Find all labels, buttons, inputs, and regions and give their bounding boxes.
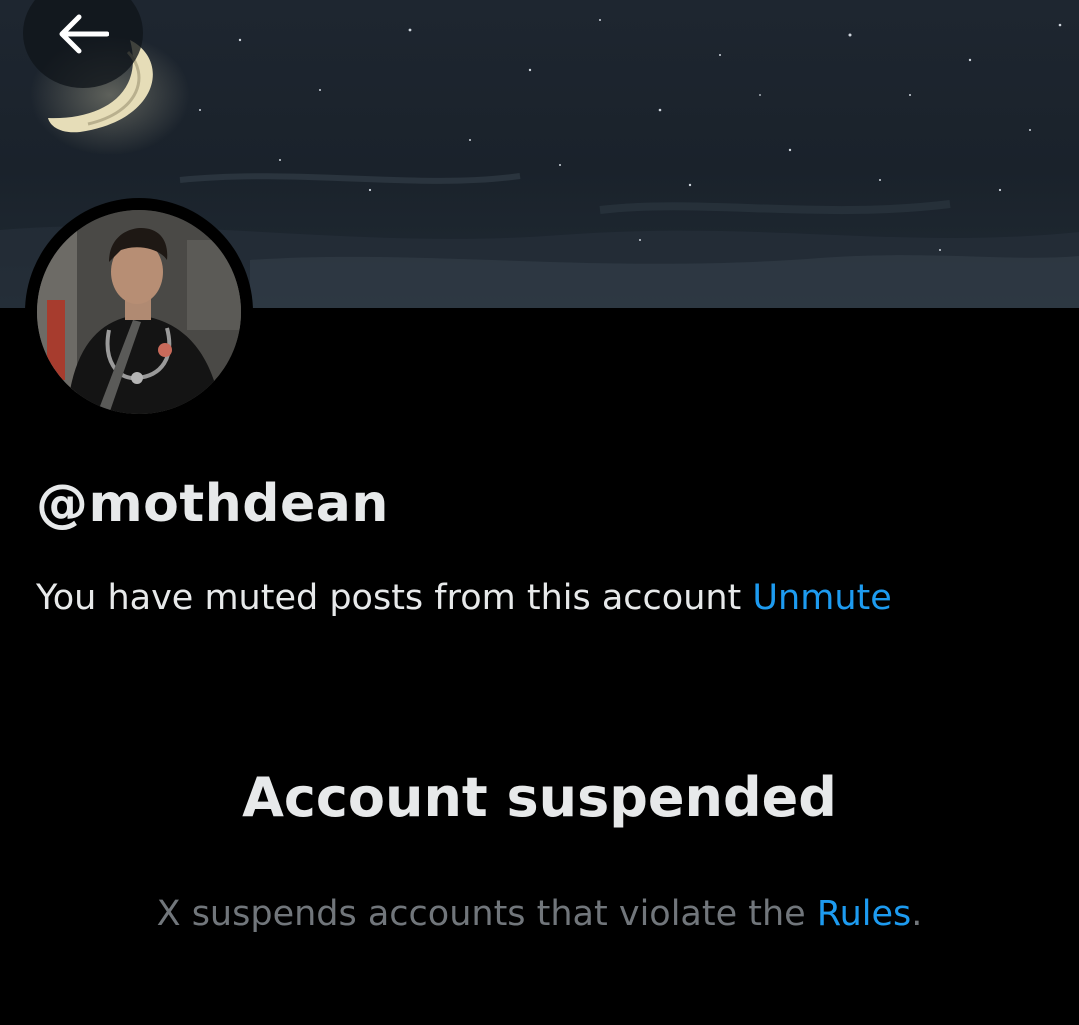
suspended-description-text: X suspends accounts that violate the [156, 894, 806, 934]
profile-handle: @mothdean [36, 474, 389, 534]
suspended-description: X suspends accounts that violate the Rul… [0, 894, 1079, 934]
suspended-description-period: . [911, 894, 923, 934]
avatar-ring [25, 198, 253, 426]
rules-link[interactable]: Rules [817, 894, 911, 934]
muted-notice: You have muted posts from this account U… [36, 578, 892, 618]
suspended-title: Account suspended [242, 766, 837, 829]
muted-notice-text: You have muted posts from this account [36, 578, 742, 618]
arrow-left-icon [59, 14, 109, 54]
unmute-link[interactable]: Unmute [752, 578, 891, 618]
avatar-image [37, 210, 241, 414]
avatar[interactable] [37, 210, 241, 414]
